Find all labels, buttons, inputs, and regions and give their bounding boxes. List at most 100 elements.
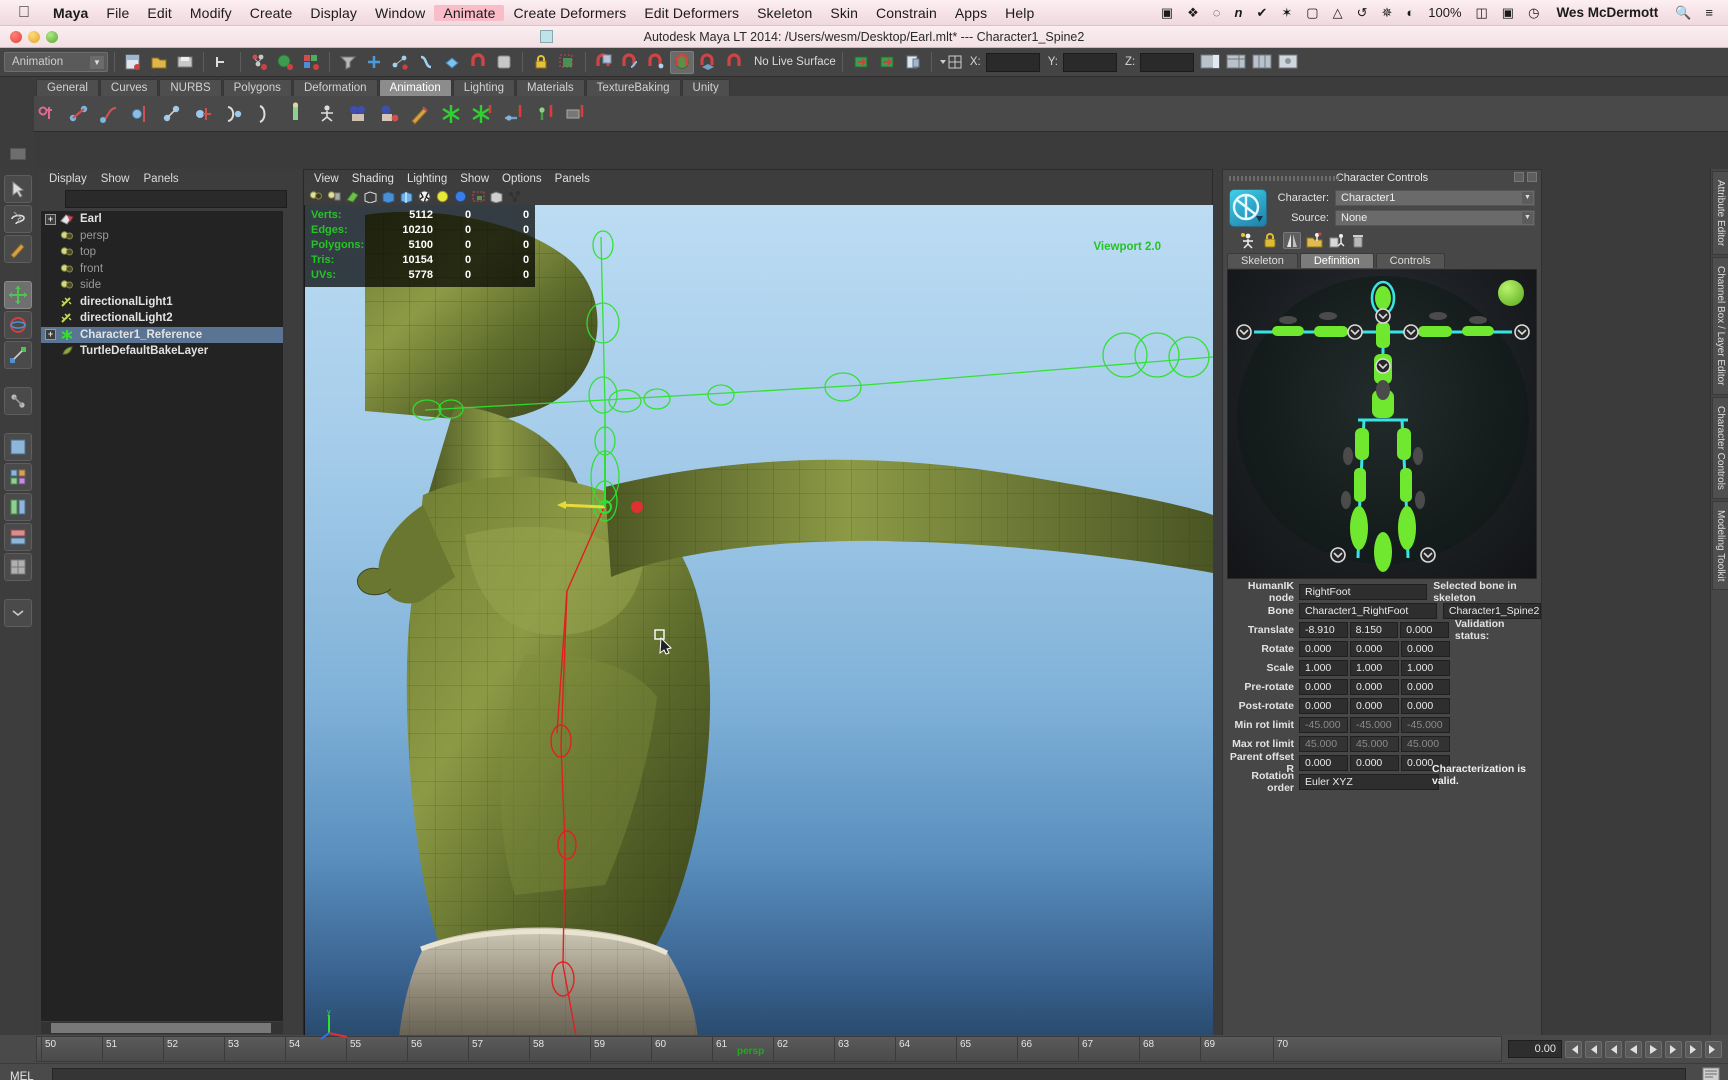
- scale-x[interactable]: 1.000: [1299, 660, 1348, 676]
- humanik-rig-figure[interactable]: [1228, 270, 1537, 578]
- select-by-object-icon[interactable]: [273, 51, 297, 74]
- pre-rotate-x[interactable]: 0.000: [1299, 679, 1348, 695]
- shelf-tab-curves[interactable]: Curves: [100, 79, 158, 96]
- paint-skin-weights-icon[interactable]: [344, 99, 372, 129]
- make-live-icon[interactable]: [555, 51, 579, 74]
- sidebar-attribute-icon[interactable]: [1198, 51, 1222, 74]
- camera-attributes-icon[interactable]: [326, 189, 342, 204]
- use-default-light-icon[interactable]: [434, 189, 450, 204]
- copy-skin-weights-icon[interactable]: [375, 99, 403, 129]
- os-menu-maya[interactable]: Maya: [44, 5, 97, 21]
- select-camera-icon[interactable]: [308, 189, 324, 204]
- os-menu-help[interactable]: Help: [996, 5, 1043, 21]
- tab-skeleton[interactable]: Skeleton: [1227, 253, 1298, 268]
- viewport-3d-canvas[interactable]: Verts: 5112 0 0 Edges: 10210 0 0: [305, 205, 1213, 1063]
- open-scene-icon[interactable]: [147, 51, 171, 74]
- vtab-character-controls[interactable]: Character Controls: [1712, 397, 1728, 499]
- os-menu-animate[interactable]: Animate: [434, 5, 504, 21]
- outliner-search-input[interactable]: [65, 190, 287, 208]
- outliner-row-side[interactable]: side: [41, 277, 283, 294]
- live-surface-magnet-icon[interactable]: [722, 51, 746, 74]
- go-to-start-icon[interactable]: [1565, 1041, 1582, 1058]
- airplay-icon[interactable]: △: [1326, 5, 1350, 21]
- outliner-row-character1-reference[interactable]: + Character1_Reference: [41, 327, 283, 344]
- character-select[interactable]: Character1 ▼: [1335, 190, 1535, 206]
- snap-grid-icon[interactable]: [362, 51, 386, 74]
- shelf-tab-nurbs[interactable]: NURBS: [159, 79, 221, 96]
- shelf-tab-unity[interactable]: Unity: [682, 79, 730, 96]
- smooth-shade-all-icon[interactable]: [380, 189, 396, 204]
- os-menu-create-deformers[interactable]: Create Deformers: [504, 5, 635, 21]
- rotate-y[interactable]: 0.000: [1350, 641, 1399, 657]
- float-panel-icon[interactable]: [1514, 172, 1524, 182]
- clock-icon[interactable]: ◷: [1521, 5, 1546, 21]
- current-frame-field[interactable]: 0.00: [1508, 1040, 1562, 1058]
- input-connections-icon[interactable]: [849, 51, 873, 74]
- tab-controls[interactable]: Controls: [1376, 253, 1445, 268]
- magnet-icon[interactable]: [466, 51, 490, 74]
- bluetooth-icon[interactable]: ✶: [1274, 5, 1299, 21]
- scrollbar-thumb[interactable]: [51, 1023, 271, 1033]
- apple-icon[interactable]: : [18, 5, 30, 21]
- outliner-row-persp[interactable]: persp: [41, 228, 283, 245]
- play-forwards-icon[interactable]: [1645, 1041, 1662, 1058]
- output-connections-icon[interactable]: [875, 51, 899, 74]
- outliner-tree[interactable]: + Earl persp top: [41, 211, 283, 1021]
- snap-live-icon[interactable]: [492, 51, 516, 74]
- keyboard-brightness-icon[interactable]: ✵: [1374, 5, 1399, 21]
- point-magnet-icon[interactable]: [644, 51, 668, 74]
- translate-x[interactable]: -8.910: [1299, 622, 1348, 638]
- outliner-scroll-strip[interactable]: [291, 169, 302, 1063]
- new-scene-icon[interactable]: [121, 51, 145, 74]
- outliner-horizontal-scrollbar[interactable]: [41, 1022, 283, 1034]
- viewport-menu-shading[interactable]: Shading: [352, 173, 394, 185]
- wifi-icon[interactable]: ◐: [1399, 5, 1421, 20]
- sidebar-layout-icon[interactable]: [1250, 51, 1274, 74]
- outliner-menu-display[interactable]: Display: [49, 173, 87, 185]
- mirror-joint-icon[interactable]: [127, 99, 155, 129]
- shelf-tab-animation[interactable]: Animation: [379, 79, 452, 96]
- viewport-menu-lighting[interactable]: Lighting: [407, 173, 447, 185]
- os-menu-create[interactable]: Create: [241, 5, 302, 21]
- go-to-end-icon[interactable]: [1705, 1041, 1722, 1058]
- hypershade-persp-layout[interactable]: [4, 553, 32, 581]
- panel-drag-handle[interactable]: [1229, 176, 1339, 181]
- expand-icon[interactable]: +: [45, 214, 56, 225]
- lock-character-icon[interactable]: [1261, 232, 1279, 249]
- outliner-row-directionallight2[interactable]: directionalLight2: [41, 310, 283, 327]
- scale-tool[interactable]: [4, 341, 32, 369]
- humanik-node-value[interactable]: RightFoot: [1299, 584, 1427, 600]
- mirror-icon[interactable]: [1283, 232, 1301, 249]
- use-all-lights-icon[interactable]: [452, 189, 468, 204]
- paint-select-tool[interactable]: [4, 235, 32, 263]
- translate-z[interactable]: 0.000: [1400, 622, 1449, 638]
- four-pane-layout[interactable]: [4, 463, 32, 491]
- humanik-logo-icon[interactable]: [1229, 189, 1267, 227]
- notification-center-icon[interactable]: ≡: [1698, 5, 1720, 20]
- search-icon[interactable]: 🔍: [1668, 5, 1698, 21]
- construction-history-icon[interactable]: [901, 51, 925, 74]
- pre-rotate-y[interactable]: 0.000: [1350, 679, 1399, 695]
- rotate-x[interactable]: 0.000: [1299, 641, 1348, 657]
- play-backwards-icon[interactable]: [1625, 1041, 1642, 1058]
- transform-fields-toggle-icon[interactable]: [938, 51, 962, 74]
- orient-joint-icon[interactable]: [158, 99, 186, 129]
- display-icon[interactable]: ▢: [1299, 5, 1325, 21]
- select-by-component-icon[interactable]: [299, 51, 323, 74]
- shelf-tab-lighting[interactable]: Lighting: [453, 79, 515, 96]
- viewport-menu-options[interactable]: Options: [502, 173, 542, 185]
- source-select[interactable]: None ▼: [1335, 210, 1535, 226]
- max-rot-limit-x[interactable]: 45.000: [1299, 736, 1348, 752]
- min-rot-limit-z[interactable]: -45.000: [1401, 717, 1450, 733]
- viewport-menu-view[interactable]: View: [314, 173, 339, 185]
- viewport-menu-panels[interactable]: Panels: [555, 173, 590, 185]
- coord-z-input[interactable]: [1140, 53, 1194, 72]
- chevron-down-icon[interactable]: ▼: [90, 56, 104, 69]
- snap-point-icon[interactable]: [414, 51, 438, 74]
- reroot-skeleton-icon[interactable]: [220, 99, 248, 129]
- curve-magnet-icon[interactable]: [618, 51, 642, 74]
- outliner-row-top[interactable]: top: [41, 244, 283, 261]
- smooth-bind-icon[interactable]: [313, 99, 341, 129]
- create-joint-icon[interactable]: [34, 99, 62, 129]
- ik-spline-icon[interactable]: [96, 99, 124, 129]
